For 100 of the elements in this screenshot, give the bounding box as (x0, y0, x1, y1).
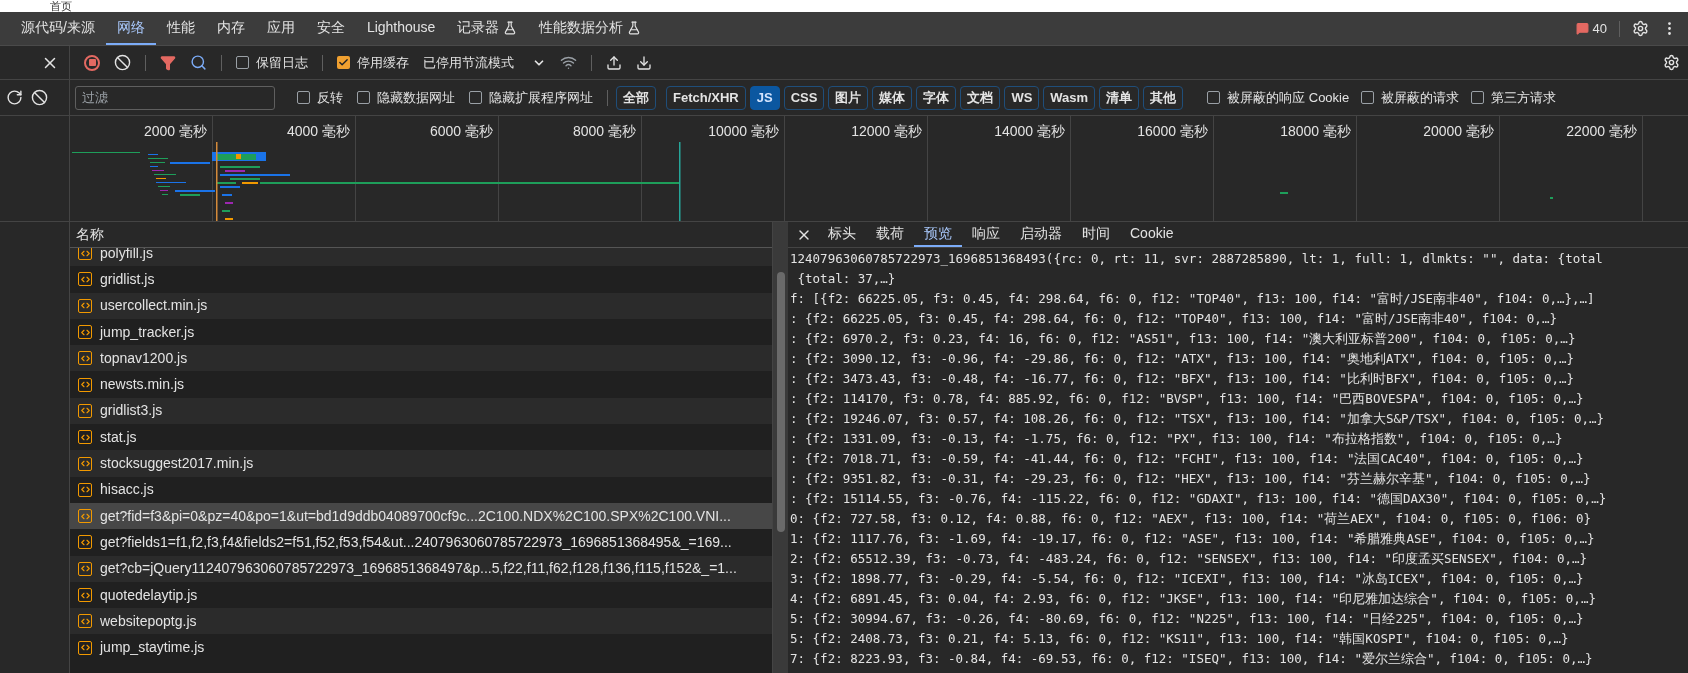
request-name: gridlist3.js (100, 401, 163, 421)
preview-line: {total: 37,…} (796, 270, 896, 288)
type-filter-button[interactable]: 其他 (1143, 85, 1184, 110)
panel-tab[interactable]: 性能 (155, 12, 206, 45)
detail-tab[interactable]: 标头 (818, 222, 866, 247)
request-row[interactable]: newsts.min.js (70, 371, 772, 398)
type-filter-button[interactable]: 图片 (828, 85, 869, 110)
type-filter-button[interactable]: 全部 (616, 85, 656, 110)
panel-tab[interactable]: 内存 (205, 12, 256, 45)
detail-tab[interactable]: 时间 (1072, 222, 1120, 247)
preview-line: : {f2: 9351.82, f3: -0.31, f4: -29.23, f6: 0, f12: "HEX", f13: 100, f14: "芬兰赫尔辛基", f104: 0, f105: 0,…} (789, 470, 1591, 488)
reload-icon[interactable] (6, 89, 23, 106)
checkbox-label: 第三方请求 (1491, 88, 1557, 107)
detail-tab[interactable]: 启动器 (1010, 222, 1072, 247)
type-filter-button[interactable]: JS (749, 85, 780, 110)
throttling-dropdown[interactable]: 已停用节流模式 (423, 52, 546, 73)
scrollbar-thumb[interactable] (776, 272, 785, 532)
script-file-icon (78, 272, 92, 287)
request-name: jump_staytime.js (100, 638, 205, 658)
timeline-tick-label: 6000 毫秒 (429, 122, 493, 141)
preview-line: 3: {f2: 1898.77, f3: -0.29, f4: -5.54, f6: 0, f12: "ICEXI", f13: 100, f14: "冰岛ICEX", f104: 0, f105: 0,…} (789, 570, 1584, 588)
panel-tab[interactable]: 源代码/来源 (10, 12, 106, 45)
script-file-icon (78, 640, 92, 655)
checkbox[interactable] (1471, 91, 1485, 104)
type-filter-button[interactable]: CSS (783, 85, 825, 110)
request-name: stat.js (100, 427, 137, 447)
filter-input[interactable]: 过滤 (75, 85, 275, 110)
checkbox[interactable] (337, 56, 350, 69)
checkbox[interactable] (357, 91, 370, 104)
preview-line: 12407963060785722973_1696851368493({rc: 0, rt: 11, svr: 2887285890, lt: 1, full: 1, dlmkts: "", data: {total (789, 250, 1603, 268)
type-filter-button[interactable]: 字体 (916, 85, 957, 110)
preview-line: : {f2: 3473.43, f3: -0.48, f4: -16.77, f6: 0, f12: "BFX", f13: 100, f14: "比利时BFX", f104: 0, f105: 0,…} (789, 370, 1575, 388)
request-row[interactable]: quotedelaytip.js (70, 581, 772, 609)
column-header[interactable]: 名称 (76, 224, 104, 245)
request-row[interactable]: gridlist.js (70, 266, 772, 293)
request-name: jump_tracker.js (100, 322, 195, 342)
type-filter-button[interactable]: WS (1004, 85, 1040, 110)
preview-line: : {f2: 7018.71, f3: -0.59, f4: -41.44, f6: 0, f12: "FCHI", f13: 100, f14: "法国CAC40", f104: 0, f105: 0,…} (789, 450, 1584, 468)
request-name: usercollect.min.js (100, 296, 208, 316)
record-button[interactable] (84, 54, 100, 71)
panel-tab[interactable]: 记录器 (446, 12, 529, 45)
block-icon[interactable] (31, 89, 48, 106)
network-conditions-icon[interactable] (560, 54, 577, 71)
checkbox[interactable] (1361, 91, 1375, 104)
preview-line: : {f2: 3090.12, f3: -0.96, f4: -29.86, f6: 0, f12: "ATX", f13: 100, f14: "奥地利ATX", f104: 0, f105: 0,…} (789, 350, 1575, 368)
detail-tab[interactable]: 响应 (962, 222, 1010, 247)
checkbox[interactable] (236, 56, 249, 69)
request-row[interactable]: hisacc.js (70, 476, 772, 503)
settings-icon[interactable] (1632, 20, 1649, 37)
request-name: get?cb=jQuery112407963060785722973_1696851368497&p...5,f22,f11,f62,f128,f136,f115,f152&_=1... (100, 559, 737, 579)
panel-tab[interactable]: Lighthouse (355, 12, 447, 45)
checkbox-label: 反转 (317, 88, 343, 107)
search-icon[interactable] (190, 54, 207, 71)
script-file-icon (78, 430, 92, 445)
checkbox[interactable] (297, 91, 310, 104)
preview-line: : {f2: 6970.2, f3: 0.23, f4: 16, f6: 0, f12: "AS51", f13: 100, f14: "澳大利亚标普200", f104: 0, f105: 0,…} (789, 330, 1576, 348)
script-file-icon (78, 614, 92, 629)
preview-line: : {f2: 19246.07, f3: 0.57, f4: 108.26, f6: 0, f12: "TSX", f13: 100, f14: "加拿大S&P/TSX", f104: 0, f105: 0,…} (789, 410, 1605, 428)
checkbox[interactable] (1207, 91, 1221, 104)
preview-line: 2: {f2: 65512.39, f3: -0.73, f4: -483.24, f6: 0, f12: "SENSEX", f13: 100, f14: "印度孟买SENSEX", f104: 0,…} (789, 550, 1588, 568)
detail-tab[interactable]: Cookie (1120, 222, 1184, 247)
script-file-icon (78, 535, 92, 550)
request-row[interactable]: jump_tracker.js (70, 318, 772, 346)
type-filter-button[interactable]: 清单 (1099, 85, 1140, 110)
page-link[interactable]: 首页 (50, 0, 72, 12)
panel-tab[interactable]: 网络 (105, 12, 156, 45)
checkbox-label: 保留日志 (256, 53, 308, 72)
detail-tab[interactable]: 载荷 (866, 222, 914, 247)
request-row[interactable]: jump_staytime.js (70, 634, 772, 661)
preview-line: 5: {f2: 2408.73, f3: 0.21, f4: 5.13, f6: 0, f12: "KS11", f13: 100, f14: "韩国KOSPI", f104: 0, f105: 0,…} (789, 630, 1569, 648)
panel-tab[interactable]: 应用 (255, 12, 306, 45)
type-filter-button[interactable]: 文档 (960, 85, 1001, 110)
settings-icon[interactable] (1663, 54, 1680, 71)
checkbox-label: 隐藏扩展程序网址 (489, 88, 593, 107)
timeline-tick-label: 20000 毫秒 (1423, 122, 1494, 141)
issues-counter[interactable]: 40 (1575, 18, 1607, 39)
preview-line: 1: {f2: 1117.76, f3: -1.69, f4: -19.17, f6: 0, f12: "ASE", f13: 100, f14: "希腊雅典ASE", f104: 0, f105: 0,…} (789, 530, 1595, 548)
script-file-icon (78, 325, 92, 340)
request-row[interactable]: get?fid=f3&pi=0&pz=40&po=1&ut=bd1d9ddb04089700cf9c...2C100.NDX%2C100.SPX%2C100.VNI... (70, 502, 772, 530)
clear-icon[interactable] (114, 54, 131, 71)
timeline-tick-label: 14000 毫秒 (994, 122, 1065, 141)
preview-line: f: [{f2: 66225.05, f3: 0.45, f4: 298.64, f6: 0, f12: "TOP40", f13: 100, f14: "富时/JSE南非40", f104: 0,…},…] (789, 290, 1595, 308)
checkbox[interactable] (469, 91, 482, 104)
timeline-tick-label: 2000 毫秒 (143, 122, 207, 141)
panel-tab[interactable]: 安全 (305, 12, 356, 45)
script-file-icon (78, 298, 92, 313)
request-row[interactable]: stat.js (70, 424, 772, 451)
request-row[interactable]: get?fields1=f1,f2,f3,f4&fields2=f51,f52,f53,f54&ut...2407963060785722973_1696851368495&_=169... (70, 529, 772, 556)
export-icon[interactable] (636, 54, 652, 71)
checkbox-label: 停用缓存 (357, 53, 409, 72)
timeline-tick-label: 16000 毫秒 (1137, 122, 1208, 141)
request-name: gridlist.js (100, 269, 155, 289)
type-filter-button[interactable]: Wasm (1043, 85, 1096, 110)
panel-tab[interactable]: 性能数据分析 (528, 12, 653, 45)
detail-tab[interactable]: 预览 (914, 222, 962, 247)
filter-icon[interactable] (160, 54, 176, 71)
import-icon[interactable] (606, 54, 622, 71)
preview-line: 0: {f2: 727.58, f3: 0.12, f4: 0.88, f6: 0, f12: "AEX", f13: 100, f14: "荷兰AEX", f104: 0, f105: 0, f106: 0} (789, 510, 1592, 528)
type-filter-button[interactable]: 媒体 (872, 85, 913, 110)
type-filter-button[interactable]: Fetch/XHR (666, 85, 746, 110)
